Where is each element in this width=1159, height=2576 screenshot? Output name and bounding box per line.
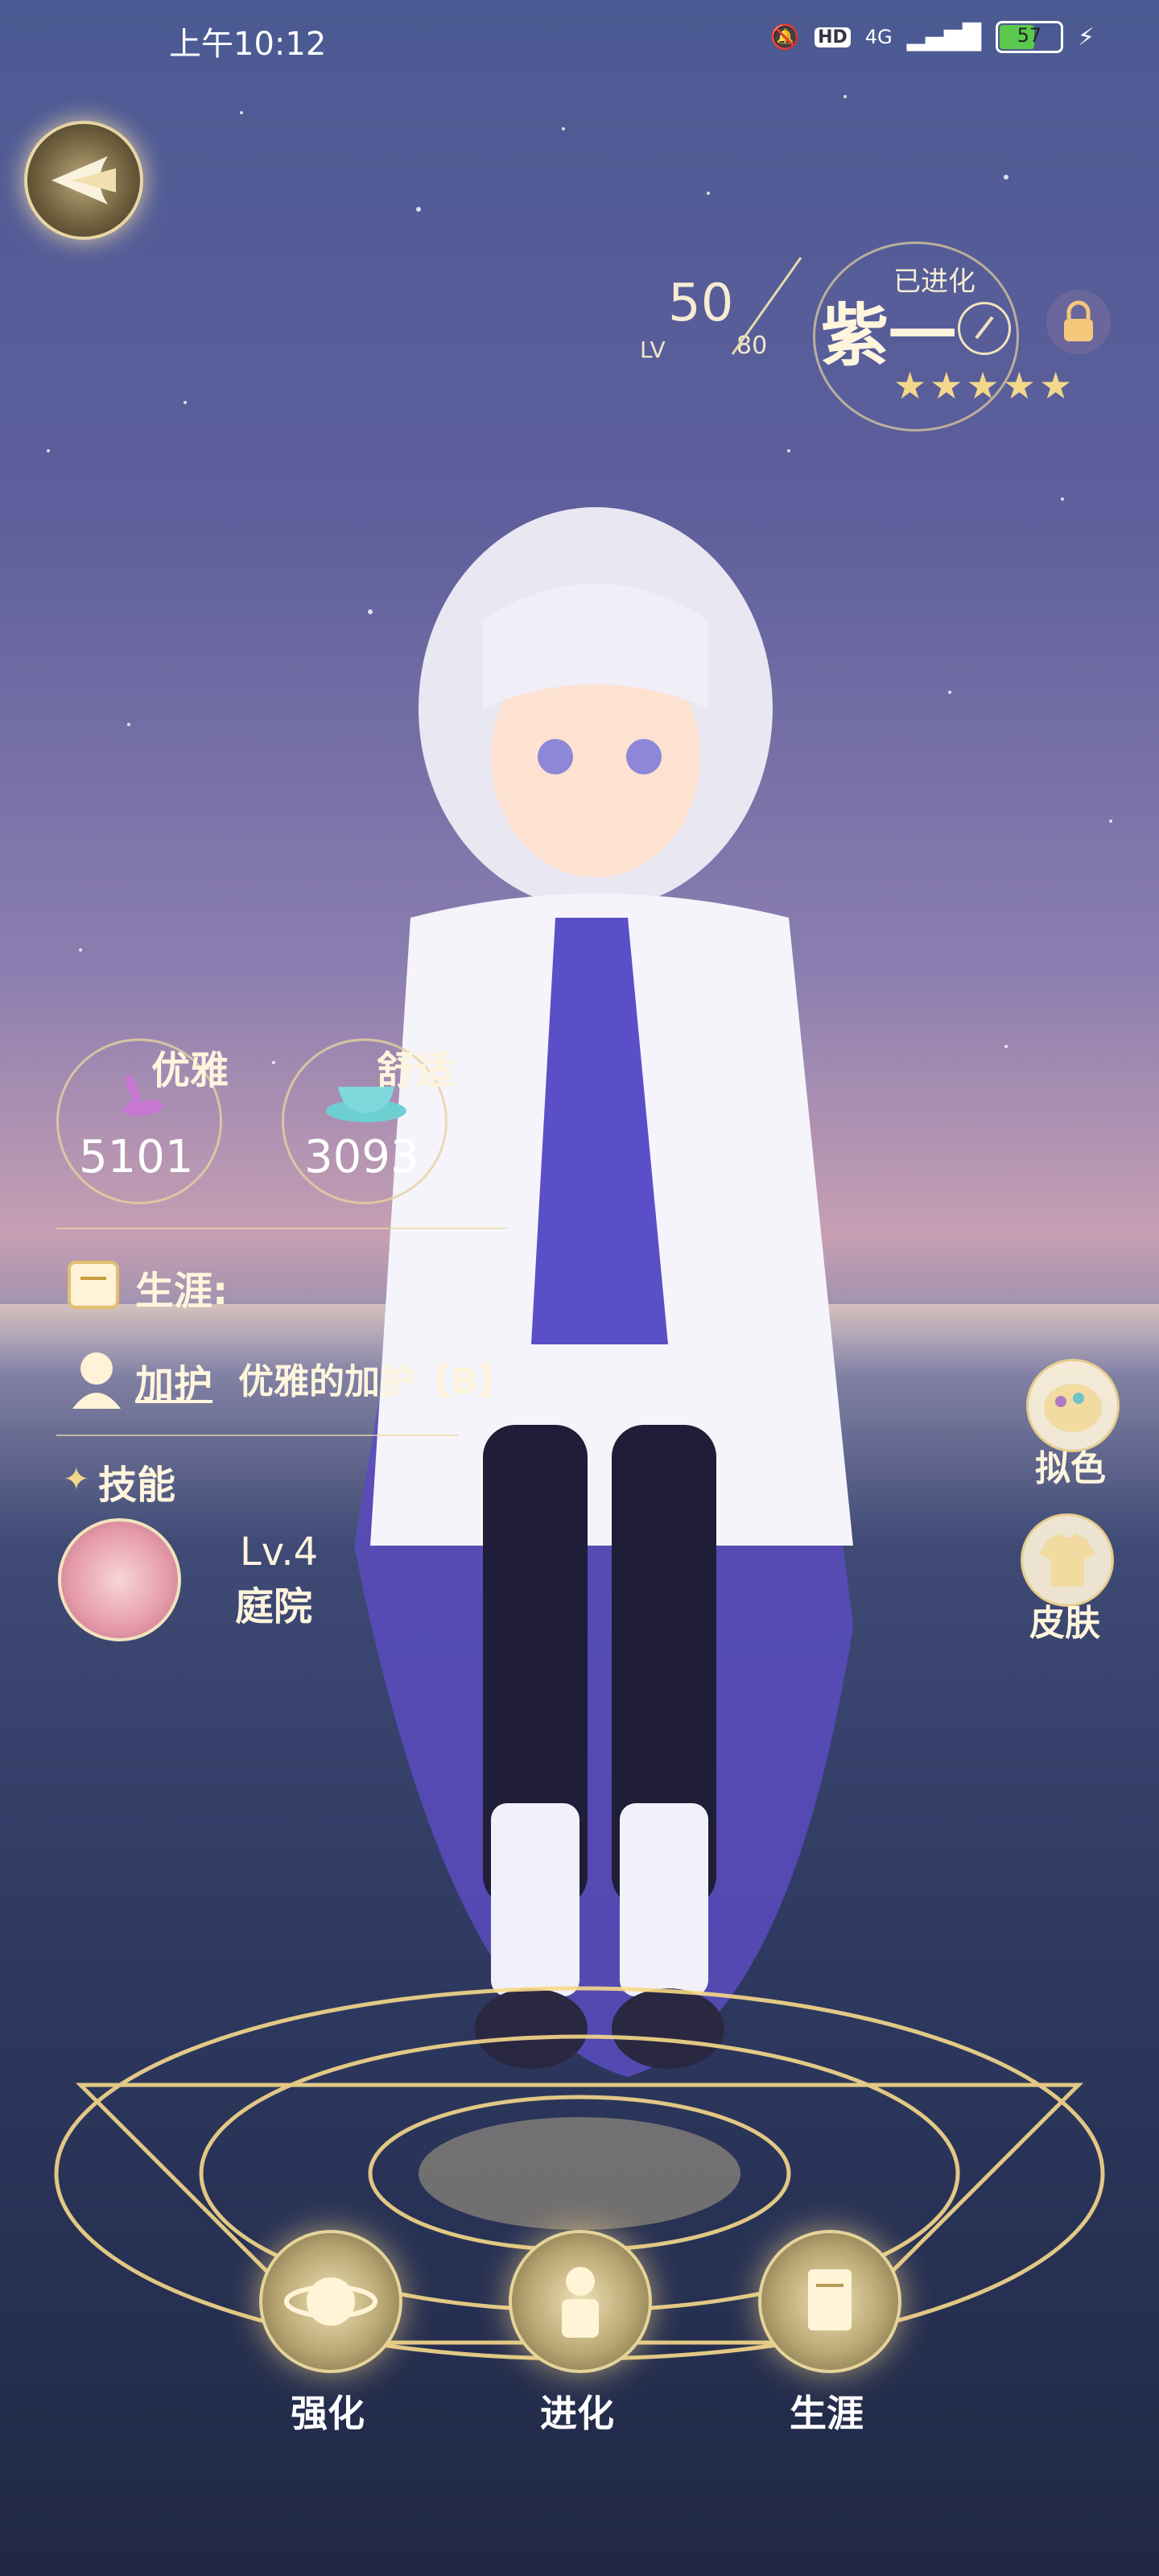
character-illustration [354, 507, 853, 2077]
mute-icon: 🔕 [769, 23, 801, 52]
skill-level: Lv.4 [240, 1530, 319, 1575]
skin-button[interactable] [1021, 1513, 1114, 1607]
career-button[interactable] [758, 2230, 901, 2373]
shirt-icon [1039, 1534, 1095, 1587]
lock-icon[interactable] [1046, 290, 1111, 354]
blessing-divider [56, 1435, 459, 1436]
signal-icon: ▂▄▆█ [906, 23, 981, 52]
skill-icon[interactable] [58, 1518, 181, 1641]
skin-label[interactable]: 皮肤 [1008, 1594, 1121, 1645]
blessing-value: 优雅的加护【B】 [238, 1361, 514, 1402]
dye-label[interactable]: 拟色 [1014, 1439, 1127, 1491]
network-label: 4G [864, 26, 893, 48]
blessing-icon [72, 1352, 121, 1409]
elegance-value: 5101 [79, 1131, 194, 1183]
card-icon [808, 2269, 852, 2330]
evolve-label[interactable]: 进化 [497, 2384, 658, 2438]
skill-name: 庭院 [235, 1584, 313, 1629]
stats-divider [56, 1228, 507, 1229]
dye-button[interactable] [1026, 1359, 1120, 1452]
skill-star-icon: ✦ [63, 1461, 90, 1498]
planet-icon [284, 2277, 377, 2326]
status-time: 上午10:12 [169, 26, 327, 63]
hd-icon: HD [815, 27, 851, 47]
career-button-label[interactable]: 生涯 [746, 2384, 907, 2438]
wing-arrow-icon [52, 156, 116, 204]
enhance-button[interactable] [259, 2230, 402, 2373]
status-icons: 🔕 HD 4G ▂▄▆█ 57 ⚡ [770, 21, 1095, 53]
battery-icon: 57 [995, 21, 1063, 53]
comfort-label: 舒适 [377, 1048, 455, 1093]
comfort-value: 3093 [304, 1131, 419, 1183]
rarity-stars: ★★★★★ [893, 364, 1076, 407]
battery-level: 57 [1017, 24, 1042, 47]
back-button[interactable] [24, 121, 143, 240]
evolve-button[interactable] [509, 2230, 652, 2373]
status-bar: 上午10:12 🔕 HD 4G ▂▄▆█ 57 ⚡ [0, 0, 1159, 80]
palette-icon [1044, 1384, 1102, 1432]
edit-name-icon[interactable] [958, 302, 1011, 355]
figure-icon [562, 2267, 599, 2338]
skill-label: 技能 [98, 1463, 176, 1508]
charging-icon: ⚡ [1077, 23, 1095, 52]
elegance-label: 优雅 [151, 1048, 229, 1093]
level-prefix: LV [640, 336, 666, 363]
career-label: 生涯: [135, 1269, 229, 1314]
blessing-label: 加护 [135, 1362, 213, 1407]
career-icon [68, 1261, 119, 1309]
enhance-label[interactable]: 强化 [247, 2384, 408, 2438]
level-slash [731, 257, 802, 355]
